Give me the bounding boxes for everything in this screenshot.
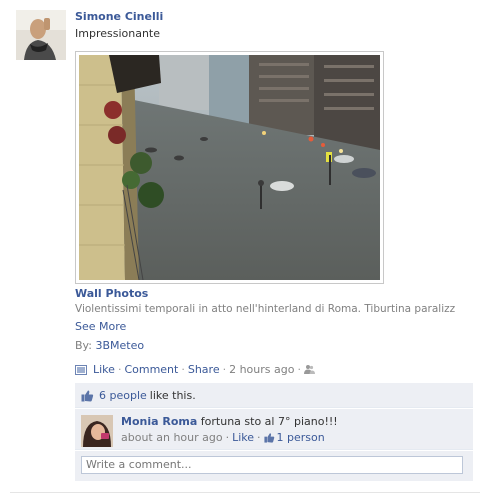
commenter-avatar[interactable] <box>81 415 113 447</box>
comment-timestamp[interactable]: about an hour ago <box>121 431 223 444</box>
separator: · <box>297 363 301 376</box>
friends-icon[interactable] <box>303 364 315 375</box>
share-button[interactable]: Share <box>188 363 220 376</box>
comment-button[interactable]: Comment <box>124 363 178 376</box>
likes-count-link[interactable]: 6 people <box>99 389 147 402</box>
divider <box>10 492 480 493</box>
comment-item: Monia Roma fortuna sto al 7° piano!!! ab… <box>75 409 473 450</box>
separator: · <box>222 363 227 376</box>
thumbs-up-icon <box>81 389 94 402</box>
likes-summary: 6 people like this. <box>75 383 473 408</box>
separator: · <box>225 431 230 444</box>
likes-text: like this. <box>149 388 196 402</box>
post-photo[interactable] <box>75 51 384 284</box>
thumbs-up-icon <box>263 432 275 443</box>
feedback-section: 6 people like this. Monia Roma fortuna s… <box>75 383 473 481</box>
comment-text: fortuna sto al 7° piano!!! <box>200 415 338 428</box>
like-button[interactable]: Like <box>93 363 115 376</box>
post-author-name[interactable]: Simone Cinelli <box>75 10 163 23</box>
comment-likes-count[interactable]: 1 person <box>277 431 325 444</box>
photo-icon <box>75 364 87 376</box>
author-avatar[interactable] <box>16 10 66 60</box>
comment-meta: about an hour ago · Like · 1 person <box>121 431 325 444</box>
separator: · <box>181 363 185 376</box>
post-status-text: Impressionante <box>75 27 161 40</box>
separator: · <box>117 363 122 376</box>
see-more-link[interactable]: See More <box>75 320 126 333</box>
post-timestamp[interactable]: 2 hours ago <box>229 363 294 376</box>
commenter-name[interactable]: Monia Roma <box>121 415 197 428</box>
post-actions: Like · Comment · Share · 2 hours ago · <box>75 363 315 376</box>
comment-body: Monia Roma fortuna sto al 7° piano!!! <box>121 415 338 428</box>
comment-composer: Write a comment... <box>75 451 473 481</box>
comment-like-button[interactable]: Like <box>232 431 254 444</box>
attachment-source: By: 3BMeteo <box>75 339 144 352</box>
write-comment-input[interactable]: Write a comment... <box>81 456 463 474</box>
separator: · <box>257 431 261 444</box>
by-prefix: By: <box>75 339 92 352</box>
source-link[interactable]: 3BMeteo <box>95 339 144 352</box>
attachment-description: Violentissimi temporali in atto nell'hin… <box>75 303 455 315</box>
attachment-title[interactable]: Wall Photos <box>75 287 148 300</box>
